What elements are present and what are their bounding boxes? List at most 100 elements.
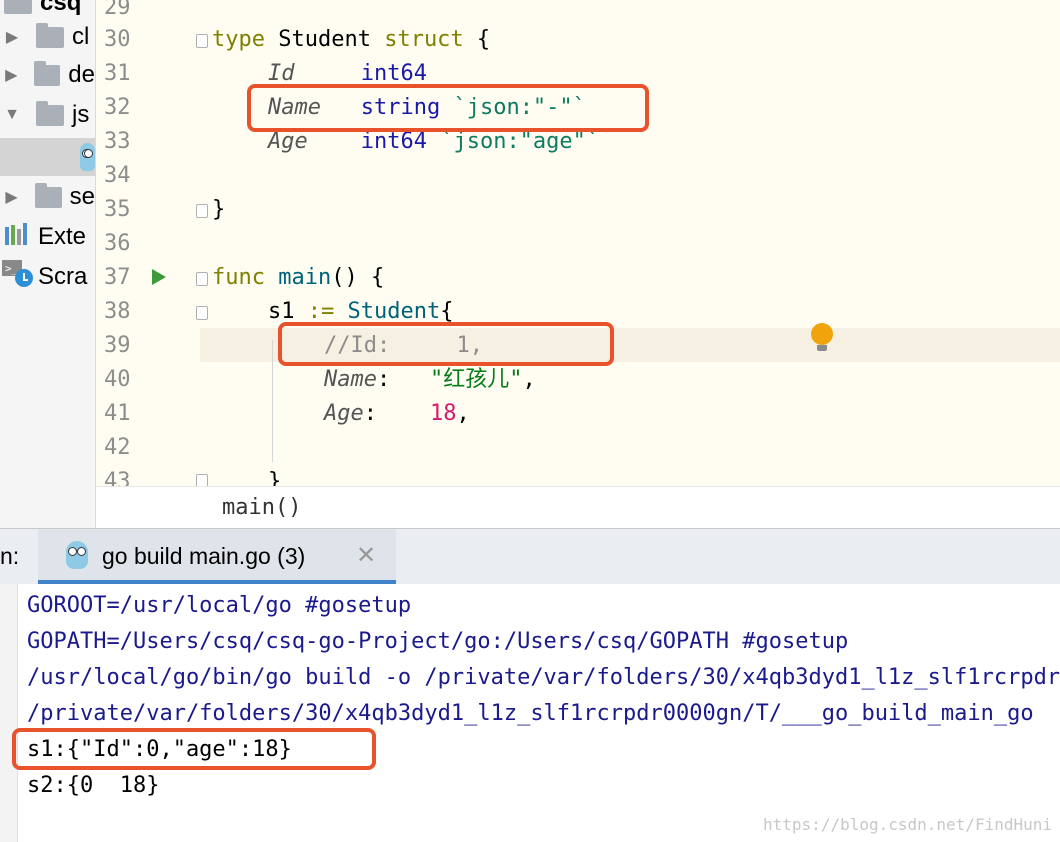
project-tree: csq ▶ cl ▶ de ▼ js ▶ se Exte >_ Scra <box>0 0 96 528</box>
tree-item-label: se <box>69 183 95 210</box>
line-number: 32 <box>104 95 131 120</box>
code-punct: () { <box>331 265 385 290</box>
tree-item-label: js <box>72 101 90 128</box>
line-number: 42 <box>104 435 131 460</box>
scratches-icon: >_ <box>2 259 33 295</box>
field-name: Name <box>324 367 377 392</box>
tree-item-cl[interactable]: ▶ cl <box>0 20 95 54</box>
fold-marker-icon[interactable] <box>196 204 208 218</box>
type-ref: Student <box>347 299 441 324</box>
type-name: Student <box>264 27 385 52</box>
run-window-label: n: <box>0 543 20 569</box>
code-line-30: type Student struct { <box>212 23 490 57</box>
line-number: 38 <box>104 299 131 324</box>
library-icon <box>4 222 34 252</box>
line-number: 34 <box>104 163 131 188</box>
chevron-right-icon[interactable]: ▶ <box>2 27 22 47</box>
keyword-type: type <box>212 27 265 52</box>
console-gutter <box>0 584 18 842</box>
breadcrumb[interactable]: main() <box>96 486 1060 529</box>
code-editor[interactable]: 29 30 31 32 33 34 35 36 37 38 39 40 41 4… <box>96 0 1060 486</box>
code-line-40: Name: "红孩儿", <box>324 363 536 397</box>
tree-item-de[interactable]: ▶ de <box>0 58 95 92</box>
code-punct: , <box>456 401 470 426</box>
folder-icon <box>35 182 62 208</box>
code-punct: : <box>376 367 430 392</box>
indent-guide <box>272 340 273 462</box>
go-run-icon <box>66 541 88 569</box>
tab-go-build[interactable]: go build main.go (3) ✕ <box>38 529 396 584</box>
code-line-41: Age: 18, <box>324 397 470 431</box>
tree-item-main-go[interactable] <box>0 138 95 176</box>
tree-item-label: cl <box>72 23 90 50</box>
keyword-func: func <box>212 265 265 290</box>
editor-gutter: 29 30 31 32 33 34 35 36 37 38 39 40 41 4… <box>96 0 208 486</box>
line-number: 39 <box>104 333 131 358</box>
tree-item-label: Exte <box>38 223 87 250</box>
code-punct: { <box>463 27 491 52</box>
watermark: https://blog.csdn.net/FindHuni <box>763 815 1052 834</box>
code-punct: : <box>363 401 430 426</box>
highlight-box-output <box>12 728 376 770</box>
console-line: /usr/local/go/bin/go build -o /private/v… <box>27 665 1060 690</box>
variable-name: s1 <box>268 299 295 324</box>
number-literal: 18 <box>429 401 457 426</box>
folder-icon <box>4 0 32 14</box>
line-number: 35 <box>104 197 131 222</box>
tree-item-js[interactable]: ▼ js <box>0 98 95 132</box>
fold-marker-icon[interactable] <box>196 474 208 486</box>
chevron-down-icon[interactable]: ▼ <box>2 106 22 124</box>
line-number: 31 <box>104 61 131 86</box>
folder-icon <box>36 22 64 48</box>
code-line-37: func main() { <box>212 261 384 295</box>
field-name: Age <box>268 129 308 154</box>
highlight-box-commented-id <box>278 322 614 366</box>
field-name: Id <box>268 61 295 86</box>
line-number: 33 <box>104 129 131 154</box>
string-literal: "红孩儿" <box>429 367 523 392</box>
operator: := <box>294 299 348 324</box>
tree-item-scratches[interactable]: >_ Scra <box>0 259 95 295</box>
code-punct: } <box>268 469 282 486</box>
fold-marker-icon[interactable] <box>196 34 208 48</box>
lightbulb-icon[interactable] <box>811 323 833 351</box>
field-type: int64 <box>360 61 427 86</box>
fold-marker-icon[interactable] <box>196 306 208 320</box>
run-gutter-icon[interactable] <box>152 269 166 285</box>
function-name: main <box>264 265 332 290</box>
code-line-43: } <box>268 465 281 486</box>
chevron-right-icon[interactable]: ▶ <box>2 65 20 85</box>
go-file-icon <box>80 143 95 171</box>
highlight-box-name-tag <box>247 84 649 132</box>
field-type: int64 <box>360 129 427 154</box>
breadcrumb-item[interactable]: main() <box>222 495 301 520</box>
console-line: /private/var/folders/30/x4qb3dyd1_l1z_sl… <box>27 701 1034 726</box>
tree-item-label: Scra <box>38 263 88 290</box>
tree-item-label: de <box>68 61 95 88</box>
line-number: 36 <box>104 231 131 256</box>
fold-marker-icon[interactable] <box>196 272 208 286</box>
console-line: s2:{0 18} <box>27 773 160 798</box>
folder-icon <box>34 60 61 86</box>
close-icon[interactable]: ✕ <box>356 541 376 570</box>
code-line-35: } <box>212 193 225 227</box>
folder-icon <box>36 100 64 126</box>
tree-item-external-libraries[interactable]: Exte <box>0 220 95 254</box>
code-punct: } <box>212 197 226 222</box>
run-toolbar: n: go build main.go (3) ✕ <box>0 528 1060 585</box>
console-line: GOROOT=/usr/local/go #gosetup <box>27 593 412 618</box>
code-punct: { <box>440 299 454 324</box>
console-output[interactable]: GOROOT=/usr/local/go #gosetup GOPATH=/Us… <box>0 584 1060 842</box>
console-line: GOPATH=/Users/csq/csq-go-Project/go:/Use… <box>27 629 849 654</box>
chevron-right-icon[interactable]: ▶ <box>2 187 21 207</box>
struct-tag: `json:"age"` <box>426 129 600 154</box>
line-number: 37 <box>104 265 131 290</box>
project-root-label: csq <box>40 0 82 16</box>
line-number: 41 <box>104 401 131 426</box>
line-number: 40 <box>104 367 131 392</box>
tree-item-se[interactable]: ▶ se <box>0 180 95 214</box>
field-name: Age <box>324 401 364 426</box>
project-root[interactable]: csq <box>0 0 95 20</box>
